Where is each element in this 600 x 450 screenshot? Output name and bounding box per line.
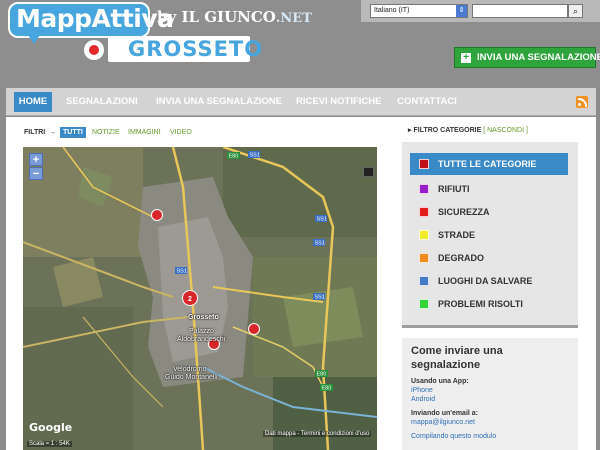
language-selected-value: Italiano (IT): [374, 7, 410, 14]
nav-item-contattaci[interactable]: CONTATTACI: [397, 92, 457, 112]
category-color: [419, 230, 429, 240]
category-all[interactable]: TUTTE LE CATEGORIE: [410, 153, 568, 175]
zoom-in-button[interactable]: +: [29, 153, 43, 166]
category-label: DEGRADO: [438, 253, 485, 263]
site-header: MappAttiva by IL GIUNCO.NET GROSSETO Ita…: [0, 0, 600, 88]
category-list: TUTTE LE CATEGORIE RIFIUTI SICUREZZA STR…: [402, 142, 578, 328]
language-select[interactable]: Italiano (IT) ⇕: [370, 4, 468, 18]
via-app-label: Usando una App:: [411, 378, 469, 385]
sponsor-name: IL GIUNCO: [181, 8, 276, 26]
category-label: SICUREZZA: [438, 207, 490, 217]
category-color: [419, 276, 429, 286]
category-color: [419, 207, 429, 217]
nav-item-invia-segnalazione[interactable]: INVIA UNA SEGNALAZIONE: [156, 92, 282, 112]
category-degrado[interactable]: DEGRADO: [410, 247, 568, 269]
filter-video[interactable]: VIDEO: [170, 127, 192, 138]
city-name: GROSSETO: [128, 37, 264, 61]
satellite-map: 2 E80 SS1 SS1 SS1 SS1 SS1 E80 E80: [23, 147, 377, 450]
filter-tutti[interactable]: TUTTI: [60, 127, 86, 138]
nav-item-home[interactable]: HOME: [14, 92, 52, 112]
zoom-out-button[interactable]: −: [29, 167, 43, 180]
map-place-label: Aldobrandeschi: [177, 336, 226, 343]
nav-item-ricevi-notifiche[interactable]: RICEVI NOTIFICHE: [296, 92, 382, 112]
category-luoghi-da-salvare[interactable]: LUOGHI DA SALVARE: [410, 270, 568, 292]
road-label: E80: [322, 386, 332, 392]
select-arrows-icon: ⇕: [456, 5, 467, 17]
category-color: [419, 184, 429, 194]
filter-immagini[interactable]: IMMAGINI: [128, 127, 161, 138]
map-place-label: Palazzo: [189, 328, 214, 335]
road-label: SS1: [250, 153, 260, 159]
search-icon: ⌕: [572, 6, 579, 16]
location-dot-icon: [84, 40, 104, 60]
search-input[interactable]: [472, 4, 568, 18]
plus-icon: +: [461, 53, 471, 63]
road-label: E80: [317, 372, 327, 378]
arrow-right-icon: →: [49, 129, 56, 136]
map-place-label: Velodromo: [173, 366, 207, 373]
how-to-report-title: Come inviare una segnalazione: [411, 345, 503, 371]
logo-text: MappAttiva: [16, 4, 174, 33]
send-report-label: INVIA UNA SEGNALAZIONE: [477, 52, 600, 63]
form-link[interactable]: Compilando questo modulo: [411, 433, 496, 440]
category-sicurezza[interactable]: SICUREZZA: [410, 201, 568, 223]
main-nav: HOME SEGNALAZIONI INVIA UNA SEGNALAZIONE…: [6, 88, 596, 116]
sponsor-suffix: .NET: [275, 11, 312, 26]
map-scale: Scala = 1 : 54K: [27, 441, 72, 447]
road-label: SS1: [315, 295, 325, 301]
map-place-label: Guido Montanelli: [165, 374, 218, 381]
category-color: [419, 299, 429, 309]
iphone-app-link[interactable]: iPhone: [411, 387, 433, 394]
road-label: SS1: [315, 241, 325, 247]
category-label: STRADE: [438, 230, 476, 240]
category-strade[interactable]: STRADE: [410, 224, 568, 246]
send-report-button[interactable]: + INVIA UNA SEGNALAZIONE: [454, 47, 600, 68]
road-label: SS1: [177, 269, 187, 275]
map-marker[interactable]: [248, 323, 260, 335]
cluster-count: 2: [188, 296, 192, 303]
category-filter-header: ▸ FILTRO CATEGORIE [ NASCONDI ]: [408, 126, 528, 134]
road-label: E80: [229, 154, 239, 160]
category-filter-title: FILTRO CATEGORIE: [413, 127, 482, 134]
triangle-icon: ▸: [408, 127, 412, 134]
mappattiva-logo[interactable]: MappAttiva: [8, 2, 174, 44]
layers-icon[interactable]: [363, 167, 374, 177]
category-label: LUOGHI DA SALVARE: [438, 276, 533, 286]
via-email-label: Inviando un'email a:: [411, 410, 479, 417]
google-logo[interactable]: Google: [29, 421, 72, 434]
category-color: [419, 253, 429, 263]
search-button[interactable]: ⌕: [568, 4, 583, 18]
logo-by-text: by: [157, 8, 177, 26]
category-color: [419, 159, 429, 169]
email-link[interactable]: mappa@ilgiunco.net: [411, 419, 475, 426]
rss-icon[interactable]: [576, 96, 588, 108]
android-app-link[interactable]: Android: [411, 396, 435, 403]
hide-categories-link[interactable]: [ NASCONDI ]: [483, 127, 528, 134]
filters-label: FILTRI: [24, 129, 46, 136]
category-label: TUTTE LE CATEGORIE: [438, 159, 537, 169]
main-content: FILTRI → TUTTI NOTIZIE IMMAGINI VIDEO 2 …: [6, 117, 596, 450]
category-label: PROBLEMI RISOLTI: [438, 299, 523, 309]
map-marker[interactable]: [151, 209, 163, 221]
how-to-report-box: Come inviare una segnalazione Usando una…: [402, 338, 578, 450]
category-rifiuti[interactable]: RIFIUTI: [410, 178, 568, 200]
map-view[interactable]: 2 E80 SS1 SS1 SS1 SS1 SS1 E80 E80 + − Gr…: [23, 147, 377, 450]
road-label: SS1: [317, 217, 327, 223]
filter-notizie[interactable]: NOTIZIE: [92, 127, 120, 138]
map-credit-link[interactable]: Dati mappa - Termini e condizioni d'uso: [263, 431, 372, 437]
map-city-label: Grosseto: [188, 314, 219, 321]
nav-item-segnalazioni[interactable]: SEGNALAZIONI: [66, 92, 138, 112]
logo-bubble-tail: [26, 32, 42, 44]
category-label: RIFIUTI: [438, 184, 470, 194]
category-problemi-risolti[interactable]: PROBLEMI RISOLTI: [410, 293, 568, 315]
logo-sponsor: by IL GIUNCO.NET: [157, 8, 312, 26]
